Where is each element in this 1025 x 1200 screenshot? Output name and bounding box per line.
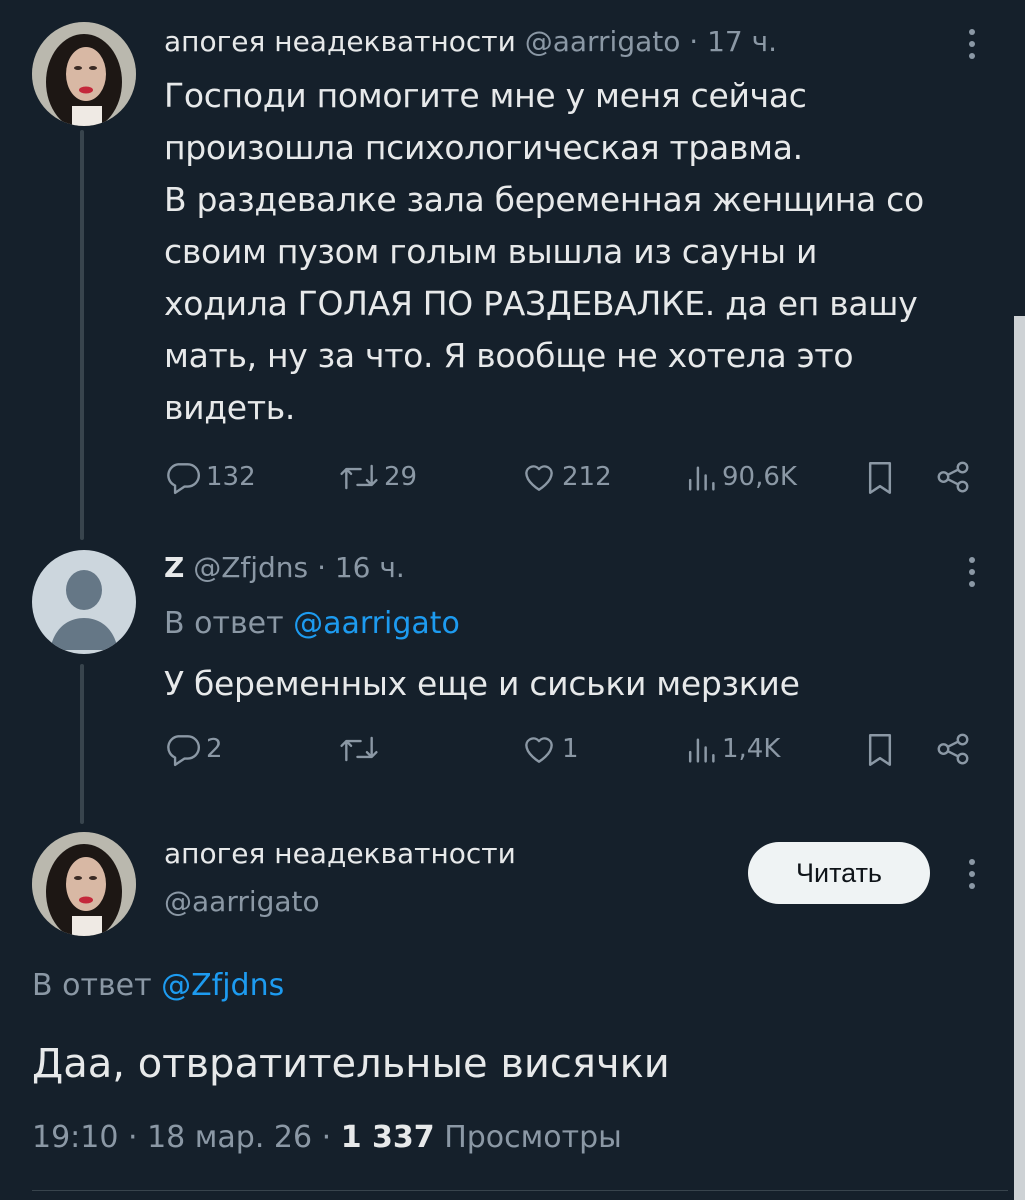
views-count: 1 337	[340, 1120, 435, 1155]
reply-to-link[interactable]: @Zfjdns	[161, 968, 284, 1003]
handle[interactable]: @aarrigato	[164, 882, 320, 922]
reply-prefix: В ответ	[32, 968, 152, 1003]
views-button[interactable]: 90,6K	[684, 458, 797, 496]
reply-count: 2	[206, 734, 223, 764]
tweet-meta: 19:10 · 18 мар. 26 · 1 337 Просмотры	[32, 1116, 622, 1160]
handle[interactable]: @aarrigato	[525, 25, 681, 58]
scrollbar[interactable]	[1014, 316, 1025, 1200]
reply-prefix: В ответ	[164, 606, 284, 641]
display-name[interactable]: апогея неадекватности	[164, 834, 516, 874]
timestamp[interactable]: · 17 ч.	[689, 25, 777, 58]
like-button[interactable]: 1	[520, 730, 579, 768]
bookmark-icon[interactable]	[862, 458, 898, 498]
thread-connector-line	[80, 130, 84, 540]
avatar[interactable]	[32, 22, 136, 126]
views-icon	[688, 466, 715, 491]
handle[interactable]: @Zfjdns	[193, 551, 308, 584]
heart-icon	[525, 737, 553, 763]
tweet-text: У беременных еще и сиськи мерзкие	[164, 664, 800, 703]
reply-context: В ответ @aarrigato	[164, 604, 460, 644]
avatar-default[interactable]	[32, 550, 136, 654]
views-button[interactable]: 1,4K	[684, 730, 780, 768]
reply-count: 132	[206, 462, 256, 492]
reply-icon	[167, 735, 200, 767]
follow-button[interactable]: Читать	[748, 842, 930, 904]
views-icon	[688, 738, 715, 763]
share-icon[interactable]	[934, 458, 972, 496]
retweet-count: 29	[384, 462, 418, 492]
retweet-icon	[340, 736, 378, 762]
tweet-timestamp[interactable]: 19:10 · 18 мар. 26 ·	[32, 1120, 331, 1155]
more-vertical-icon[interactable]	[962, 552, 982, 592]
reply-context: В ответ @Zfjdns	[32, 966, 284, 1006]
avatar[interactable]	[32, 832, 136, 936]
retweet-button[interactable]: 29	[338, 458, 417, 496]
like-count: 1	[562, 734, 579, 764]
thread-connector-line	[80, 664, 84, 824]
like-button[interactable]: 212	[520, 458, 612, 496]
reply-button[interactable]: 2	[164, 730, 223, 768]
heart-icon	[525, 465, 553, 491]
tweet-text: Господи помогите мне у меня сейчас произ…	[164, 76, 924, 427]
tweet-header: Z @Zfjdns · 16 ч.	[164, 548, 405, 588]
tweet-header: апогея неадекватности @aarrigato · 17 ч.	[164, 22, 777, 62]
display-name[interactable]: Z	[164, 551, 184, 584]
like-count: 212	[562, 462, 612, 492]
reply-icon	[167, 463, 200, 495]
reply-to-link[interactable]: @aarrigato	[293, 606, 460, 641]
more-vertical-icon[interactable]	[962, 854, 982, 894]
display-name[interactable]: апогея неадекватности	[164, 25, 516, 58]
tweet-text: Даа, отвратительные висячки	[32, 1041, 670, 1087]
reply-button[interactable]: 132	[164, 458, 256, 496]
retweet-button[interactable]	[338, 730, 380, 768]
bookmark-icon[interactable]	[862, 730, 898, 770]
views-count: 1,4K	[722, 734, 781, 764]
views-count: 90,6K	[722, 462, 797, 492]
more-vertical-icon[interactable]	[962, 24, 982, 64]
divider	[32, 1190, 1008, 1191]
retweet-icon	[340, 464, 378, 490]
share-icon[interactable]	[934, 730, 972, 768]
timestamp[interactable]: · 16 ч.	[317, 551, 405, 584]
views-label: Просмотры	[444, 1120, 622, 1155]
